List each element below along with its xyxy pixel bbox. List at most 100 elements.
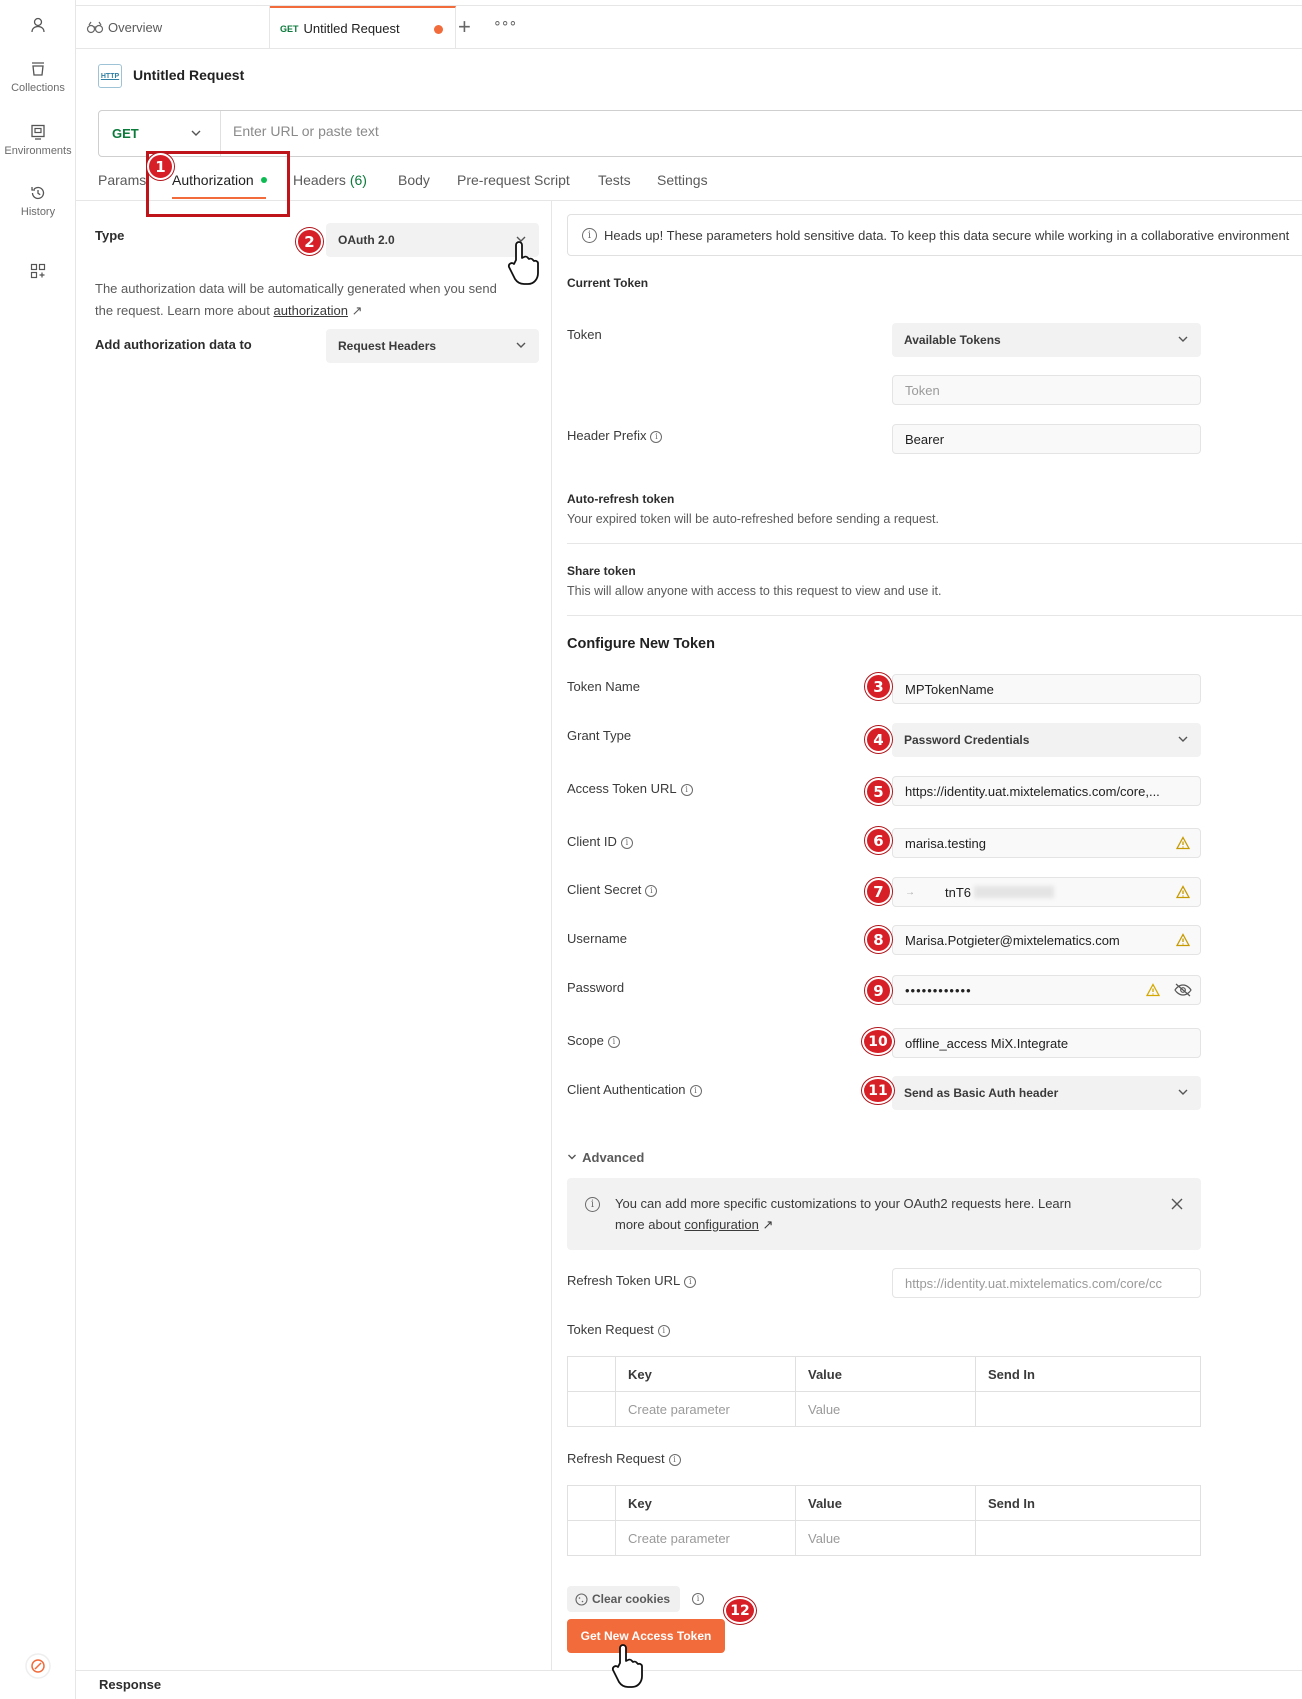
headsup-text: Heads up! These parameters hold sensitiv… [604,227,1290,243]
key-input[interactable]: Create parameter [615,1520,796,1556]
available-tokens-select[interactable]: Available Tokens [892,323,1201,357]
share-token-desc: This will allow anyone with access to th… [567,584,942,598]
table-cell [567,1520,616,1556]
send-in-cell[interactable] [975,1391,1201,1427]
rail-account[interactable] [0,16,76,38]
col-key: Key [615,1356,796,1392]
annotation-badge-5: 5 [865,778,892,805]
tab-params[interactable]: Params [98,172,146,188]
warning-icon [1176,933,1190,947]
chevron-down-icon [568,1154,576,1160]
response-label[interactable]: Response [99,1677,161,1692]
tab-headers[interactable]: Headers (6) [293,172,367,188]
refresh-request-table: Key Value Send In Create parameter Value [567,1485,1201,1556]
info-icon[interactable]: i [650,431,663,443]
method-select[interactable]: GET [99,111,221,156]
info-icon[interactable]: i [680,784,693,796]
more-tabs-icon[interactable]: ∘∘∘ [493,14,517,31]
rail-runner[interactable] [0,1653,76,1683]
environments-icon [31,124,45,140]
header-prefix-input[interactable]: Bearer [892,424,1201,454]
token-input[interactable]: Token [892,375,1201,405]
chevron-down-icon [516,342,526,348]
rail-history[interactable]: History [0,184,76,218]
eye-off-icon[interactable] [1174,983,1192,997]
username-input[interactable]: Marisa.Potgieter@mixtelematics.com [892,925,1201,955]
client-secret-label-text: Client Secret [567,882,642,897]
info-icon[interactable]: i [692,1593,704,1605]
client-id-label: Client ID i [567,834,633,849]
client-auth-select[interactable]: Send as Basic Auth header [892,1076,1201,1110]
password-label: Password [567,980,625,995]
user-icon [31,17,45,33]
rail-collections[interactable]: Collections [0,60,76,94]
advanced-label: Advanced [582,1150,645,1165]
info-icon[interactable]: i [607,1036,620,1048]
add-to-select[interactable]: Request Headers [326,329,539,363]
info-icon[interactable]: i [668,1454,681,1466]
arrow-icon: → [905,886,915,898]
key-input[interactable]: Create parameter [615,1391,796,1427]
clear-cookies-button[interactable]: Clear cookies [567,1586,681,1612]
table-row: Create parameter Value [567,1391,1201,1427]
unsaved-dot [434,25,443,34]
info-icon[interactable]: i [620,837,633,849]
refresh-url-label-text: Refresh Token URL [567,1273,681,1288]
client-id-value: marisa.testing [905,835,986,851]
annotation-badge-12: 12 [724,1597,756,1624]
get-new-access-token-button[interactable]: Get New Access Token [567,1619,725,1653]
info-icon[interactable]: i [684,1276,697,1288]
new-tab-button[interactable]: + [458,16,471,38]
token-name-input[interactable]: MPTokenName [892,674,1201,704]
tab-settings[interactable]: Settings [657,172,708,188]
external-link-icon: ↗ [762,1217,774,1232]
http-icon: HTTP [98,64,122,88]
refresh-url-input[interactable]: https://identity.uat.mixtelematics.com/c… [892,1268,1201,1298]
send-in-cell[interactable] [975,1520,1201,1556]
password-input[interactable]: •••••••••••• [892,975,1201,1005]
grant-type-select[interactable]: Password Credentials [892,723,1201,757]
access-token-url-input[interactable]: https://identity.uat.mixtelematics.com/c… [892,776,1201,806]
value-input[interactable]: Value [795,1520,976,1556]
configuration-link[interactable]: configuration [684,1217,758,1232]
hand-cursor-icon [507,241,539,285]
client-secret-input[interactable]: → tnT6 [892,877,1201,907]
rail-environments[interactable]: Environments [0,123,76,157]
close-icon[interactable] [1171,1198,1183,1210]
method-value: GET [112,126,139,141]
scope-input[interactable]: offline_access MiX.Integrate [892,1028,1201,1058]
chevron-down-icon [1178,736,1188,742]
tab-prerequest[interactable]: Pre-request Script [457,172,570,188]
token-label: Token [567,327,602,342]
current-token-heading: Current Token [567,276,649,290]
client-id-input[interactable]: marisa.testing [892,828,1201,858]
request-title[interactable]: Untitled Request [133,67,244,83]
chevron-down-icon [191,130,201,136]
annotation-badge-11: 11 [862,1077,894,1104]
client-auth-value: Send as Basic Auth header [904,1086,1059,1100]
username-label: Username [567,931,627,946]
tab-untitled-request[interactable]: GET Untitled Request [270,6,456,49]
rail-configure[interactable] [0,262,76,284]
advanced-toggle[interactable]: Advanced [567,1150,644,1165]
client-auth-label-text: Client Authentication [567,1082,686,1097]
share-token-title: Share token [567,564,636,578]
url-input[interactable] [233,123,1133,139]
rail-environments-label: Environments [4,145,72,157]
tab-body[interactable]: Body [398,172,430,188]
authorization-link[interactable]: authorization [274,303,348,318]
tab-tests[interactable]: Tests [598,172,631,188]
annotation-badge-10: 10 [862,1028,894,1055]
autorefresh-title: Auto-refresh token [567,492,675,506]
url-bar: GET [98,110,1302,157]
auth-description-line2: the request. Learn more about [95,303,270,318]
info-icon[interactable]: i [657,1325,670,1337]
info-icon[interactable]: i [689,1085,702,1097]
token-request-label-text: Token Request [567,1322,654,1337]
access-token-url-label-text: Access Token URL [567,781,677,796]
annotation-badge-1: 1 [147,153,174,180]
info-icon[interactable]: i [645,885,658,897]
tab-overview[interactable]: Overview [76,6,270,49]
chevron-down-icon [1178,336,1188,342]
value-input[interactable]: Value [795,1391,976,1427]
